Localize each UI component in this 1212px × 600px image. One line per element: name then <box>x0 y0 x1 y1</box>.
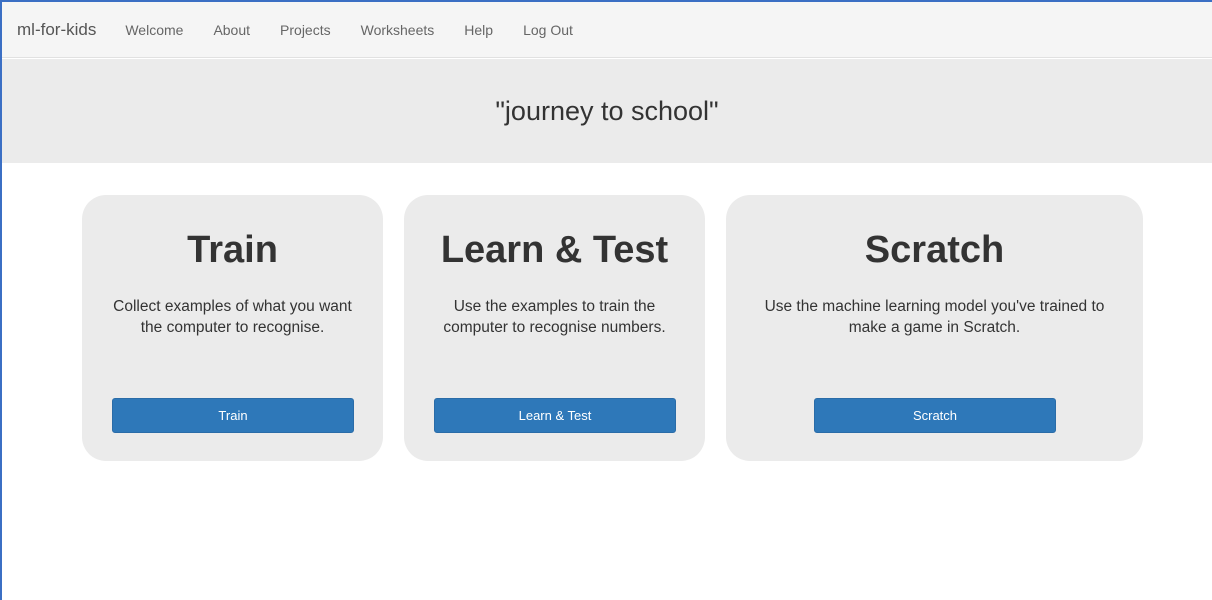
train-button[interactable]: Train <box>112 398 354 433</box>
train-card-title: Train <box>187 229 278 271</box>
learn-test-card: Learn & Test Use the examples to train t… <box>404 195 705 461</box>
train-card-description: Collect examples of what you want the co… <box>113 298 352 336</box>
browser-window: ml-for-kids Welcome About Projects Works… <box>0 0 1212 600</box>
learn-test-card-title: Learn & Test <box>440 229 669 271</box>
nav-link-log-out[interactable]: Log Out <box>523 22 573 38</box>
nav-link-about[interactable]: About <box>213 22 250 38</box>
nav-link-worksheets[interactable]: Worksheets <box>361 22 435 38</box>
nav-link-help[interactable]: Help <box>464 22 493 38</box>
nav-link-welcome[interactable]: Welcome <box>125 22 183 38</box>
train-card: Train Collect examples of what you want … <box>82 195 383 461</box>
learn-test-card-description: Use the examples to train the computer t… <box>443 298 666 336</box>
scratch-button[interactable]: Scratch <box>814 398 1056 433</box>
navbar: ml-for-kids Welcome About Projects Works… <box>2 2 1212 58</box>
project-title: "journey to school" <box>495 95 719 126</box>
nav-link-projects[interactable]: Projects <box>280 22 331 38</box>
brand-link[interactable]: ml-for-kids <box>17 20 96 40</box>
scratch-card-title: Scratch <box>864 229 1005 271</box>
scratch-card: Scratch Use the machine learning model y… <box>726 195 1143 461</box>
project-header: "journey to school" <box>2 59 1212 163</box>
learn-test-button[interactable]: Learn & Test <box>434 398 676 433</box>
scratch-card-description: Use the machine learning model you've tr… <box>764 298 1105 336</box>
